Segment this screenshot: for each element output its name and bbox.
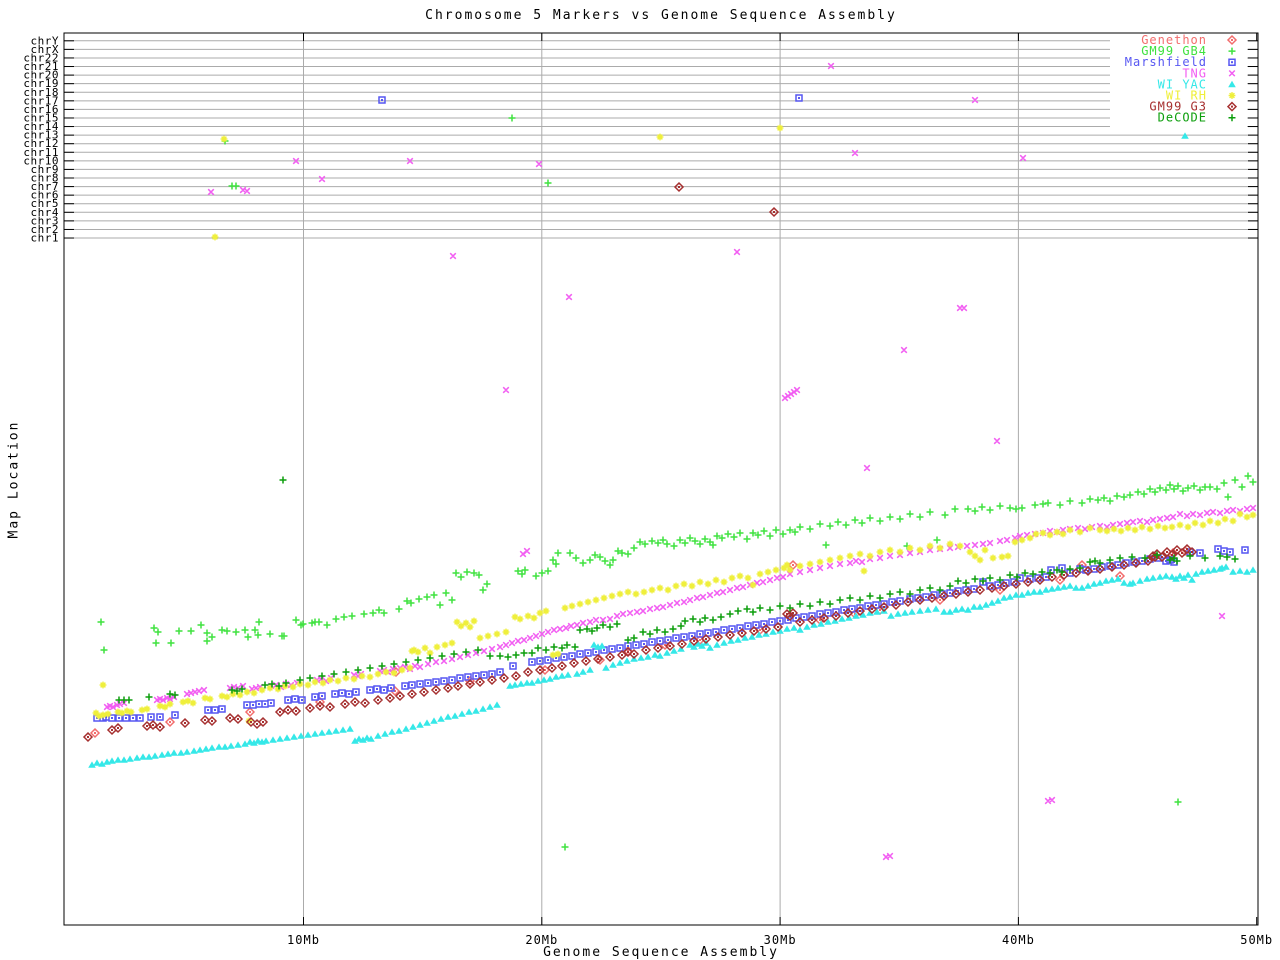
data-points-tng [104, 63, 1256, 860]
legend-symbol-genethon-fill [1231, 39, 1233, 41]
chart-canvas: Chromosome 5 Markers vs Genome Sequence … [0, 0, 1280, 960]
chromosome-label: chr1 [31, 232, 60, 245]
data-points-wi-yac-fill [88, 132, 1257, 767]
x-tick-label: 40Mb [1002, 933, 1035, 947]
data-points-gm99-g3-fill [87, 186, 1193, 738]
x-tick-label: 50Mb [1240, 933, 1273, 947]
legend-symbol-marshfield-fill [1231, 61, 1233, 63]
legend-symbol-gm99-g3-fill [1231, 106, 1233, 108]
scatter-plot: GenethonGM99 GB4MarshfieldTNGWI YACWI RH… [0, 0, 1280, 960]
data-points-marshfield-fill [96, 97, 1246, 719]
legend-symbol-wi-rh [1229, 92, 1236, 99]
data-points-marshfield [94, 95, 1248, 721]
x-tick-label: 20Mb [525, 933, 558, 947]
legend-entry-label: DeCODE [1158, 111, 1207, 125]
x-tick-label: 10Mb [287, 933, 320, 947]
plot-frame [64, 33, 1258, 925]
data-points-decode [116, 477, 1239, 704]
x-tick-label: 30Mb [764, 933, 797, 947]
